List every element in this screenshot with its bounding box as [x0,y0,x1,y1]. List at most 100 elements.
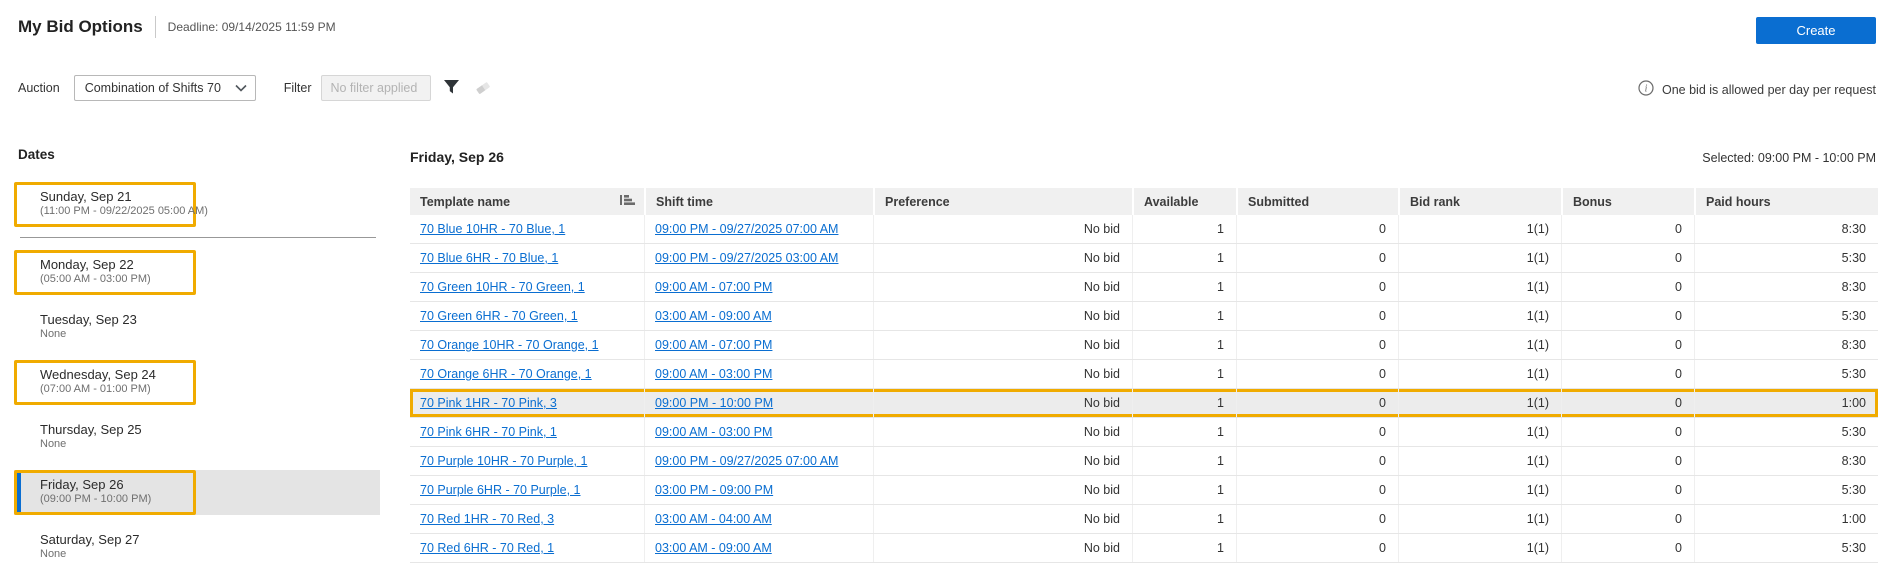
cell-value: 5:30 [1841,309,1866,323]
date-box: Monday, Sep 22 (05:00 AM - 03:00 PM) [14,250,196,295]
date-sub-label: (07:00 AM - 01:00 PM) [40,383,151,395]
template-link-1[interactable]: 70 Blue 6HR - 70 Blue, 1 [420,251,558,265]
cell-preference: No bid [873,447,1132,475]
template-link-10[interactable]: 70 Red 1HR - 70 Red, 3 [420,512,554,526]
cell-shift: 03:00 PM - 09:00 PM [644,476,873,504]
column-header-paid_hours[interactable]: Paid hours [1694,188,1878,215]
date-box: Sunday, Sep 21 (11:00 PM - 09/22/2025 05… [14,182,208,227]
date-list-item-5[interactable]: Friday, Sep 26 (09:00 PM - 10:00 PM) [14,470,380,515]
cell-value: No bid [1083,483,1120,497]
shift-time-link-2[interactable]: 09:00 AM - 07:00 PM [655,280,772,294]
shift-time-link-10[interactable]: 03:00 AM - 04:00 AM [655,512,772,526]
cell-template: 70 Pink 6HR - 70 Pink, 1 [410,418,644,446]
date-list-item-2[interactable]: Tuesday, Sep 23 None [14,305,380,350]
shift-time-link-6[interactable]: 09:00 PM - 10:00 PM [655,396,773,410]
template-link-7[interactable]: 70 Pink 6HR - 70 Pink, 1 [420,425,557,439]
column-header-available[interactable]: Available [1132,188,1236,215]
shift-time-link-3[interactable]: 03:00 AM - 09:00 AM [655,309,772,323]
cell-preference: No bid [873,331,1132,359]
cell-bonus: 0 [1561,534,1694,562]
filter-input[interactable] [321,75,432,101]
column-header-preference[interactable]: Preference [873,188,1132,215]
cell-paid_hours: 8:30 [1694,273,1878,301]
column-header-template[interactable]: Template name [410,188,644,215]
cell-value: 1(1) [1526,396,1549,410]
cell-value: 0 [1675,309,1682,323]
cell-value: No bid [1083,425,1120,439]
cell-paid_hours: 8:30 [1694,331,1878,359]
cell-submitted: 0 [1236,505,1398,533]
cell-submitted: 0 [1236,360,1398,388]
date-label: Saturday, Sep 27 [40,532,140,547]
cell-shift: 09:00 PM - 09/27/2025 07:00 AM [644,447,873,475]
template-link-2[interactable]: 70 Green 10HR - 70 Green, 1 [420,280,585,294]
template-link-6[interactable]: 70 Pink 1HR - 70 Pink, 3 [420,396,557,410]
cell-submitted: 0 [1236,331,1398,359]
template-link-0[interactable]: 70 Blue 10HR - 70 Blue, 1 [420,222,565,236]
cell-paid_hours: 5:30 [1694,476,1878,504]
column-header-label: Submitted [1248,194,1310,209]
column-header-bonus[interactable]: Bonus [1561,188,1694,215]
column-header-shift[interactable]: Shift time [644,188,873,215]
auction-dropdown[interactable]: Combination of Shifts 70 [73,75,256,101]
column-header-bid_rank[interactable]: Bid rank [1398,188,1561,215]
cell-bonus: 0 [1561,273,1694,301]
sort-descending-icon[interactable] [619,193,636,210]
cell-bonus: 0 [1561,447,1694,475]
column-header-label: Available [1144,194,1199,209]
cell-value: 0 [1379,222,1386,236]
date-list-item-1[interactable]: Monday, Sep 22 (05:00 AM - 03:00 PM) [14,250,380,295]
apply-filter-button[interactable] [441,77,462,100]
cell-available: 1 [1132,273,1236,301]
cell-value: No bid [1083,280,1120,294]
date-sub-label: (11:00 PM - 09/22/2025 05:00 AM) [40,205,208,217]
template-link-3[interactable]: 70 Green 6HR - 70 Green, 1 [420,309,578,323]
cell-value: 0 [1379,425,1386,439]
shift-time-link-11[interactable]: 03:00 AM - 09:00 AM [655,541,772,555]
template-link-11[interactable]: 70 Red 6HR - 70 Red, 1 [420,541,554,555]
template-link-5[interactable]: 70 Orange 6HR - 70 Orange, 1 [420,367,592,381]
dates-title: Dates [18,147,55,162]
cell-preference: No bid [873,418,1132,446]
shift-time-link-5[interactable]: 09:00 AM - 03:00 PM [655,367,772,381]
cell-bid_rank: 1(1) [1398,389,1561,417]
cell-preference: No bid [873,244,1132,272]
cell-value: 1(1) [1526,425,1549,439]
create-button[interactable]: Create [1756,17,1876,44]
template-link-4[interactable]: 70 Orange 10HR - 70 Orange, 1 [420,338,599,352]
cell-shift: 09:00 AM - 03:00 PM [644,360,873,388]
cell-bonus: 0 [1561,244,1694,272]
shift-time-link-8[interactable]: 09:00 PM - 09/27/2025 07:00 AM [655,454,838,468]
date-list-item-6[interactable]: Saturday, Sep 27 None [14,525,380,570]
cell-value: 1 [1217,251,1224,265]
shift-time-link-9[interactable]: 03:00 PM - 09:00 PM [655,483,773,497]
cell-value: 0 [1379,338,1386,352]
clear-filter-button[interactable] [472,77,494,99]
shift-time-link-7[interactable]: 09:00 AM - 03:00 PM [655,425,772,439]
date-sub-label: (09:00 PM - 10:00 PM) [40,493,152,505]
date-list-item-4[interactable]: Thursday, Sep 25 None [14,415,380,460]
deadline-text: Deadline: 09/14/2025 11:59 PM [167,20,336,34]
cell-bonus: 0 [1561,389,1694,417]
cell-paid_hours: 5:30 [1694,534,1878,562]
cell-template: 70 Orange 10HR - 70 Orange, 1 [410,331,644,359]
template-link-9[interactable]: 70 Purple 6HR - 70 Purple, 1 [420,483,581,497]
column-header-submitted[interactable]: Submitted [1236,188,1398,215]
date-list-item-0[interactable]: Sunday, Sep 21 (11:00 PM - 09/22/2025 05… [14,182,380,227]
template-link-8[interactable]: 70 Purple 10HR - 70 Purple, 1 [420,454,587,468]
cell-value: No bid [1083,251,1120,265]
shift-time-link-0[interactable]: 09:00 PM - 09/27/2025 07:00 AM [655,222,838,236]
column-header-label: Shift time [656,194,713,209]
cell-value: 0 [1379,512,1386,526]
cell-bid_rank: 1(1) [1398,360,1561,388]
cell-value: 1 [1217,338,1224,352]
cell-value: 1 [1217,309,1224,323]
table-row: 70 Purple 10HR - 70 Purple, 1 09:00 PM -… [410,447,1878,476]
shift-time-link-1[interactable]: 09:00 PM - 09/27/2025 03:00 AM [655,251,838,265]
column-header-label: Template name [420,194,511,209]
cell-value: 1:00 [1841,512,1866,526]
cell-template: 70 Green 10HR - 70 Green, 1 [410,273,644,301]
date-list-item-3[interactable]: Wednesday, Sep 24 (07:00 AM - 01:00 PM) [14,360,380,405]
shift-time-link-4[interactable]: 09:00 AM - 07:00 PM [655,338,772,352]
cell-value: 1 [1217,280,1224,294]
